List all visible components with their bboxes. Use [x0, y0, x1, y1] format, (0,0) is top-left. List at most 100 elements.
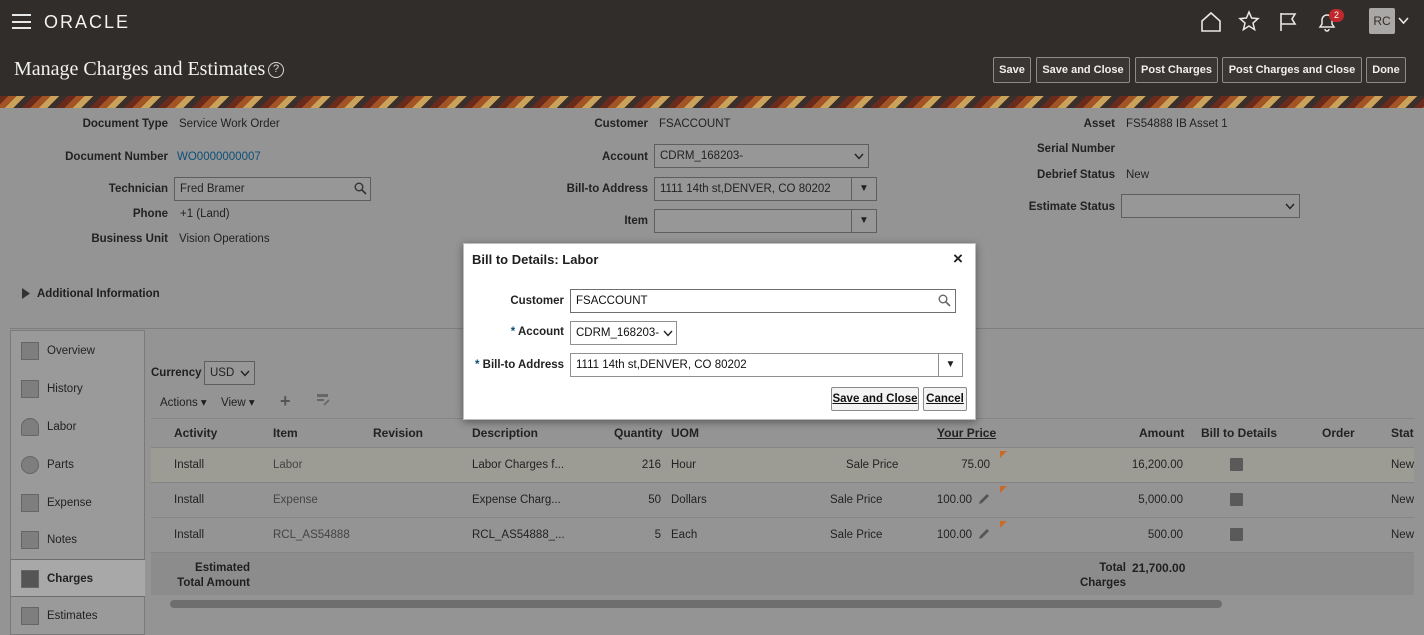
description-cell: Labor Charges f...: [472, 459, 565, 471]
item-dropdown-button[interactable]: ▼: [851, 209, 877, 233]
edit-pencil-icon[interactable]: [977, 527, 991, 541]
item-cell: Expense: [273, 494, 318, 506]
table-row[interactable]: [151, 483, 1414, 518]
bill-to-details-icon[interactable]: [1230, 528, 1243, 541]
nav-charges[interactable]: Charges: [11, 559, 145, 597]
horizontal-scrollbar[interactable]: [170, 600, 1222, 608]
description-cell: Expense Charg...: [472, 494, 561, 506]
col-activity[interactable]: Activity: [174, 426, 217, 440]
overview-icon: [21, 342, 39, 360]
bill-to-address-field[interactable]: 1111 14th st,DENVER, CO 80202: [570, 353, 939, 377]
total-charges-label-line2: Charges: [1079, 577, 1126, 589]
col-bill-to-details[interactable]: Bill to Details: [1201, 426, 1277, 440]
required-indicator: *: [474, 359, 480, 371]
favorites-star-icon[interactable]: [1238, 10, 1260, 32]
nav-expense[interactable]: Expense: [11, 484, 145, 522]
history-icon: [21, 380, 39, 398]
activity-cell: Install: [174, 459, 205, 471]
modified-flag-icon: [1000, 486, 1007, 493]
nav-notes[interactable]: Notes: [11, 521, 145, 559]
account-select[interactable]: CDRM_168203-: [570, 321, 677, 345]
document-number-link[interactable]: WO0000000007: [177, 151, 261, 163]
business-unit-label: Business Unit: [91, 233, 168, 245]
col-quantity[interactable]: Quantity: [614, 426, 663, 440]
chevron-down-icon[interactable]: [1398, 17, 1409, 25]
nav-parts[interactable]: Parts: [11, 446, 145, 484]
save-button[interactable]: Save: [993, 57, 1031, 83]
col-status[interactable]: Status: [1391, 426, 1414, 440]
hamburger-menu-icon[interactable]: [12, 14, 31, 29]
search-icon[interactable]: [938, 294, 951, 307]
chevron-down-icon: [854, 153, 864, 160]
bill-to-details-dialog: Bill to Details: Labor × Customer FSACCO…: [463, 243, 976, 420]
description-cell: RCL_AS54888_...: [472, 529, 565, 541]
bill-to-details-icon[interactable]: [1230, 493, 1243, 506]
uom-cell: Dollars: [671, 494, 707, 506]
customer-label: Customer: [510, 295, 564, 307]
col-your-price[interactable]: Your Price: [937, 426, 996, 440]
close-icon[interactable]: ×: [953, 249, 963, 269]
parts-gear-icon: [21, 456, 39, 474]
account-select[interactable]: CDRM_168203-: [654, 144, 869, 168]
dialog-save-and-close-button[interactable]: Save and Close: [831, 387, 919, 411]
global-header: ORACLE 2 RC: [0, 0, 1424, 44]
nav-estimates[interactable]: Estimates: [11, 597, 145, 635]
bill-to-dropdown-button[interactable]: ▼: [938, 353, 963, 377]
quantity-cell: 50: [648, 494, 661, 506]
flag-icon[interactable]: [1278, 11, 1298, 33]
item-field[interactable]: [654, 209, 852, 233]
save-and-close-button[interactable]: Save and Close: [1036, 57, 1130, 83]
post-charges-and-close-button[interactable]: Post Charges and Close: [1222, 57, 1362, 83]
col-order[interactable]: Order: [1322, 426, 1355, 440]
bill-to-dropdown-button[interactable]: ▼: [851, 177, 877, 201]
oracle-logo[interactable]: ORACLE: [44, 12, 130, 33]
col-uom[interactable]: UOM: [671, 426, 699, 440]
activity-cell: Install: [174, 494, 205, 506]
quantity-cell: 5: [654, 529, 661, 541]
document-type-value: Service Work Order: [179, 118, 280, 130]
amount-link[interactable]: 5,000.00: [1110, 494, 1183, 506]
search-icon[interactable]: [354, 182, 367, 195]
side-navigation: Overview History Labor Parts Expense Not…: [10, 330, 145, 635]
technician-field[interactable]: Fred Bramer: [174, 177, 371, 201]
estimates-icon: [21, 607, 39, 625]
amount-link[interactable]: 500.00: [1110, 529, 1183, 541]
price-cell: 100.00: [936, 494, 972, 506]
done-button[interactable]: Done: [1366, 57, 1406, 83]
phone-value: +1 (Land): [180, 208, 230, 220]
notification-count-badge: 2: [1329, 9, 1344, 22]
dialog-cancel-button[interactable]: Cancel: [923, 387, 967, 411]
user-avatar[interactable]: RC: [1369, 8, 1395, 34]
customer-field[interactable]: FSACCOUNT: [570, 289, 956, 313]
estimate-status-label: Estimate Status: [1028, 201, 1115, 213]
col-amount[interactable]: Amount: [1139, 426, 1184, 440]
technician-label: Technician: [108, 183, 168, 195]
nav-history[interactable]: History: [11, 370, 145, 408]
business-unit-value: Vision Operations: [179, 233, 270, 245]
currency-label: Currency: [151, 367, 202, 379]
modified-flag-icon: [1000, 521, 1007, 528]
bill-to-address-field[interactable]: 1111 14th st,DENVER, CO 80202: [654, 177, 852, 201]
amount-link[interactable]: 16,200.00: [1110, 459, 1183, 471]
edit-table-icon[interactable]: [316, 393, 331, 407]
chevron-down-icon: [663, 330, 673, 337]
nav-labor[interactable]: Labor: [11, 408, 145, 446]
view-menu[interactable]: View ▾: [221, 395, 255, 409]
edit-pencil-icon[interactable]: [977, 492, 991, 506]
table-row[interactable]: [151, 448, 1414, 483]
add-row-icon[interactable]: +: [280, 391, 291, 412]
item-label: Item: [624, 215, 648, 227]
col-item[interactable]: Item: [273, 426, 298, 440]
col-description[interactable]: Description: [472, 426, 538, 440]
actions-menu[interactable]: Actions ▾: [160, 395, 207, 409]
home-icon[interactable]: [1200, 11, 1222, 33]
estimate-status-select[interactable]: [1121, 194, 1300, 218]
additional-info-toggle[interactable]: Additional Information: [22, 287, 162, 303]
account-label-text: Account: [518, 326, 564, 338]
post-charges-button[interactable]: Post Charges: [1135, 57, 1218, 83]
bill-to-details-icon[interactable]: [1230, 458, 1243, 471]
col-revision[interactable]: Revision: [373, 426, 423, 440]
view-label: View: [221, 397, 246, 409]
nav-overview[interactable]: Overview: [11, 332, 145, 370]
help-icon[interactable]: ?: [268, 62, 284, 78]
